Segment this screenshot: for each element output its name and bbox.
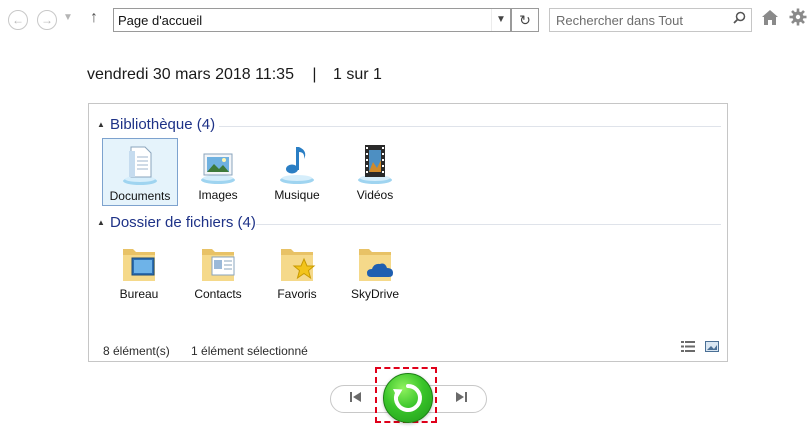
search-box[interactable]: Rechercher dans Tout — [549, 8, 752, 32]
item-contacts[interactable]: Contacts — [181, 237, 255, 303]
item-images[interactable]: Images — [181, 138, 255, 204]
group-divider — [219, 126, 721, 127]
details-view-icon[interactable] — [680, 339, 695, 352]
snapshot-time: 11:35 — [255, 66, 294, 83]
item-documents[interactable]: Documents — [102, 138, 178, 206]
first-page-icon[interactable] — [349, 390, 363, 407]
contacts-folder-icon — [198, 241, 238, 285]
item-label: Images — [198, 188, 238, 202]
skydrive-folder-icon — [355, 241, 395, 285]
navigation-bar: ← → ▼ ↑ Page d'accueil ▼ ↻ Rechercher da… — [0, 0, 811, 40]
address-text: Page d'accueil — [118, 13, 203, 28]
favorites-folder-icon — [277, 241, 317, 285]
item-skydrive[interactable]: SkyDrive — [338, 237, 412, 303]
videos-library-icon — [355, 142, 395, 186]
refresh-icon: ↻ — [519, 12, 531, 28]
back-arrow-icon[interactable]: ← — [8, 10, 28, 30]
page-indicator: 1 sur 1 — [333, 66, 382, 83]
forward-arrow-icon[interactable]: → — [37, 10, 57, 30]
status-bar: 8 élément(s) 1 élément sélectionné — [103, 344, 308, 358]
group-divider — [256, 224, 721, 225]
home-icon[interactable] — [761, 9, 779, 31]
item-label: Favoris — [277, 287, 317, 301]
item-label: Vidéos — [356, 188, 394, 202]
group-header-file-folders[interactable]: ▲ Dossier de fichiers (4) — [89, 213, 727, 233]
snapshot-date: vendredi 30 mars 2018 — [87, 66, 251, 83]
restore-arrow-icon — [393, 384, 422, 412]
group-header-library[interactable]: ▲ Bibliothèque (4) — [89, 115, 727, 135]
address-dropdown-icon[interactable]: ▼ — [491, 9, 510, 31]
refresh-button[interactable]: ↻ — [511, 8, 539, 32]
group-title: Dossier de fichiers (4) — [110, 214, 256, 231]
address-bar[interactable]: Page d'accueil ▼ — [113, 8, 511, 32]
item-label: Bureau — [119, 287, 159, 301]
restore-button[interactable] — [383, 373, 433, 423]
item-videos[interactable]: Vidéos — [338, 138, 412, 204]
item-count: 8 élément(s) — [103, 344, 170, 358]
documents-library-icon — [120, 143, 160, 187]
info-separator: | — [312, 66, 317, 83]
search-placeholder: Rechercher dans Tout — [556, 13, 683, 28]
large-icons-view-icon[interactable] — [705, 339, 719, 352]
desktop-folder-icon — [119, 241, 159, 285]
snapshot-info: vendredi 30 mars 2018 11:35 | 1 sur 1 — [87, 66, 382, 84]
view-switcher — [675, 339, 719, 357]
group-title: Bibliothèque (4) — [110, 116, 216, 133]
explorer-panel: ▲ Bibliothèque (4) Documents Images Musi… — [88, 103, 728, 362]
music-library-icon — [277, 142, 317, 186]
selection-count: 1 élément sélectionné — [191, 344, 308, 358]
recent-locations-dropdown-icon[interactable]: ▼ — [63, 12, 73, 23]
collapse-triangle-icon[interactable]: ▲ — [97, 218, 105, 227]
item-label: Musique — [274, 188, 320, 202]
images-library-icon — [198, 142, 238, 186]
up-arrow-icon[interactable]: ↑ — [90, 9, 98, 27]
item-label: Contacts — [194, 287, 242, 301]
item-bureau[interactable]: Bureau — [102, 237, 176, 303]
item-label: Documents — [109, 189, 171, 203]
collapse-triangle-icon[interactable]: ▲ — [97, 120, 105, 129]
item-label: SkyDrive — [350, 287, 399, 301]
last-page-icon[interactable] — [454, 390, 468, 407]
gear-icon[interactable] — [789, 8, 807, 32]
item-favoris[interactable]: Favoris — [260, 237, 334, 303]
search-icon[interactable] — [733, 11, 746, 27]
item-music[interactable]: Musique — [260, 138, 334, 204]
